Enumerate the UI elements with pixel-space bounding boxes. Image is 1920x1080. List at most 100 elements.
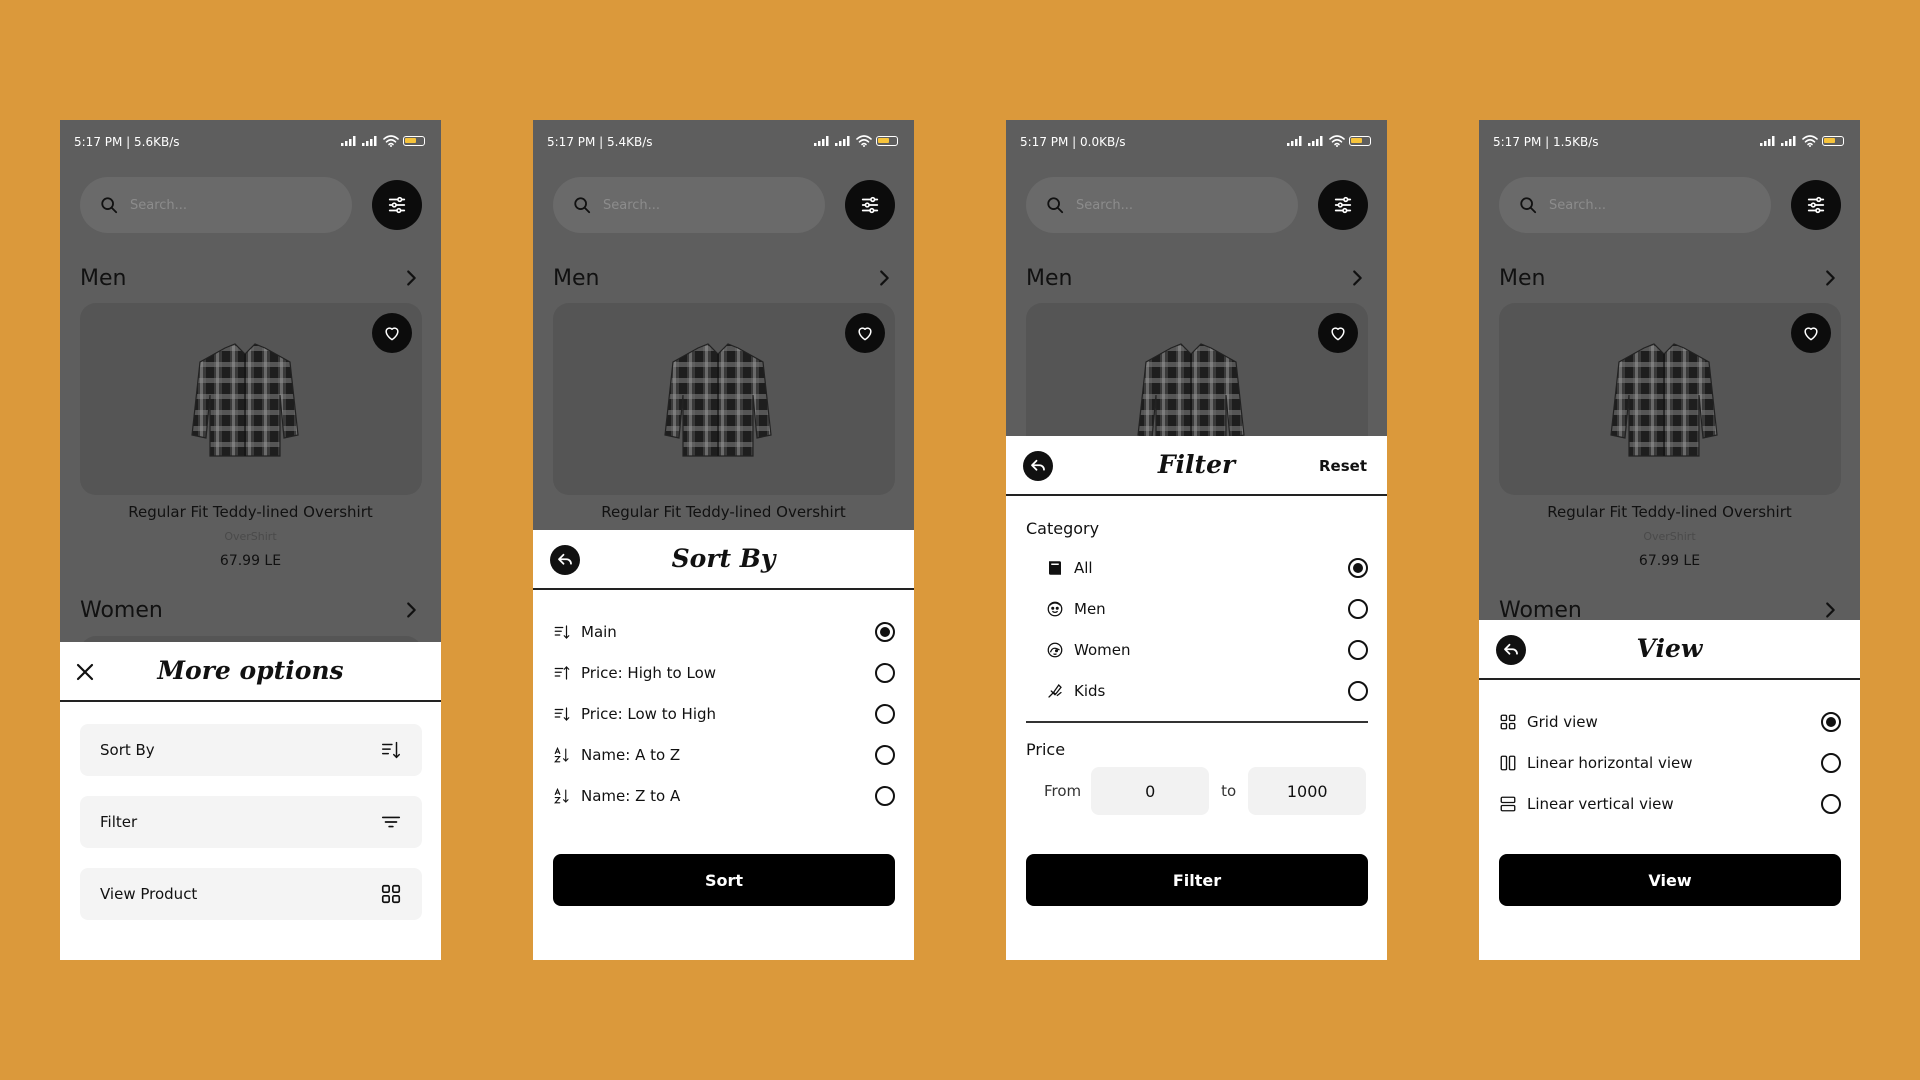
sort-option-main[interactable]: Main [553,612,895,652]
product-type: OverShirt [224,530,277,543]
category-women[interactable]: Women [1026,630,1368,670]
sort-alpha-icon [553,746,571,764]
filter-button[interactable] [372,180,422,230]
sliders-icon [386,194,408,216]
view-option-grid[interactable]: Grid view [1499,702,1841,742]
filter-button[interactable] [1791,180,1841,230]
price-label: Price [1026,740,1066,759]
screen-filter: 5:17 PM | 0.0KB/s Search... Men Filter R… [1006,120,1387,960]
option-label: All [1074,559,1093,577]
battery-icon [876,136,898,146]
grid-icon [380,883,402,905]
radio-button[interactable] [1821,712,1841,732]
favorite-button[interactable] [845,313,885,353]
sort-button[interactable]: Sort [553,854,895,906]
search-input[interactable]: Search... [553,177,825,233]
section-title: Men [80,266,127,291]
view-option-vertical[interactable]: Linear vertical view [1499,784,1841,824]
section-title: Men [1499,266,1546,291]
filter-button[interactable] [845,180,895,230]
favorite-button[interactable] [1318,313,1358,353]
favorite-button[interactable] [372,313,412,353]
search-icon [100,196,118,214]
reset-button[interactable]: Reset [1319,457,1367,475]
sheet-header: View [1479,620,1860,680]
chevron-right-icon[interactable] [400,267,422,289]
view-product-option[interactable]: View Product [80,868,422,920]
status-time: 5:17 PM | 5.6KB/s [74,135,180,149]
sheet-title: Sort By [671,544,776,573]
option-label: Kids [1074,682,1106,700]
sort-by-sheet: Sort By Main Price: High to Low Price: L… [533,530,914,960]
signal-icon [1308,136,1325,146]
product-name: Regular Fit Teddy-lined Overshirt [1547,503,1792,521]
option-label: Name: Z to A [581,787,681,805]
chevron-right-icon[interactable] [1819,267,1841,289]
search-icon [1519,196,1537,214]
search-placeholder: Search... [1076,197,1134,213]
search-input[interactable]: Search... [1026,177,1298,233]
product-image [663,340,773,460]
sliders-icon [1805,194,1827,216]
option-label: Grid view [1527,713,1598,731]
heart-icon [1328,323,1348,343]
view-apply-button[interactable]: View [1499,854,1841,906]
product-type: OverShirt [1643,530,1696,543]
sheet-title: View [1636,634,1703,663]
favorite-button[interactable] [1791,313,1831,353]
chevron-right-icon[interactable] [873,267,895,289]
sort-option-name-a-z[interactable]: Name: A to Z [553,735,895,775]
search-input[interactable]: Search... [1499,177,1771,233]
signal-icon [814,136,831,146]
columns-icon [1499,754,1517,772]
product-name: Regular Fit Teddy-lined Overshirt [128,503,373,521]
option-label: Men [1074,600,1106,618]
category-kids[interactable]: Kids [1026,671,1368,711]
category-all[interactable]: All [1026,548,1368,588]
sort-option-price-high-low[interactable]: Price: High to Low [553,653,895,693]
price-from-input[interactable]: 0 [1091,767,1210,815]
chevron-right-icon[interactable] [400,599,422,621]
heart-icon [1801,323,1821,343]
radio-button[interactable] [875,745,895,765]
heart-icon [382,323,402,343]
book-icon [1046,559,1064,577]
radio-button[interactable] [875,622,895,642]
sliders-icon [859,194,881,216]
rows-icon [1499,795,1517,813]
radio-button[interactable] [1348,558,1368,578]
filter-apply-button[interactable]: Filter [1026,854,1368,906]
product-image [1609,340,1719,460]
search-input[interactable]: Search... [80,177,352,233]
radio-button[interactable] [875,786,895,806]
heart-icon [855,323,875,343]
sort-option-name-z-a[interactable]: Name: Z to A [553,776,895,816]
more-options-sheet: More options Sort By Filter View Product [60,642,441,960]
chevron-right-icon[interactable] [1819,599,1841,621]
chevron-right-icon[interactable] [1346,267,1368,289]
radio-button[interactable] [1821,794,1841,814]
filter-button[interactable] [1318,180,1368,230]
view-option-horizontal[interactable]: Linear horizontal view [1499,743,1841,783]
woman-face-icon [1046,641,1064,659]
category-men[interactable]: Men [1026,589,1368,629]
sort-by-option[interactable]: Sort By [80,724,422,776]
section-title: Men [553,266,600,291]
signal-icon [835,136,852,146]
radio-button[interactable] [875,704,895,724]
filter-option[interactable]: Filter [80,796,422,848]
product-name: Regular Fit Teddy-lined Overshirt [601,503,846,521]
search-placeholder: Search... [603,197,661,213]
radio-button[interactable] [875,663,895,683]
sort-icon [553,623,571,641]
radio-button[interactable] [1348,599,1368,619]
radio-button[interactable] [1348,681,1368,701]
option-label: Filter [100,813,138,831]
sort-option-price-low-high[interactable]: Price: Low to High [553,694,895,734]
sheet-header: More options [60,642,441,702]
status-bar: 5:17 PM | 1.5KB/s [1493,135,1844,151]
price-to-input[interactable]: 1000 [1248,767,1367,815]
radio-button[interactable] [1348,640,1368,660]
radio-button[interactable] [1821,753,1841,773]
sort-ascending-icon [553,664,571,682]
